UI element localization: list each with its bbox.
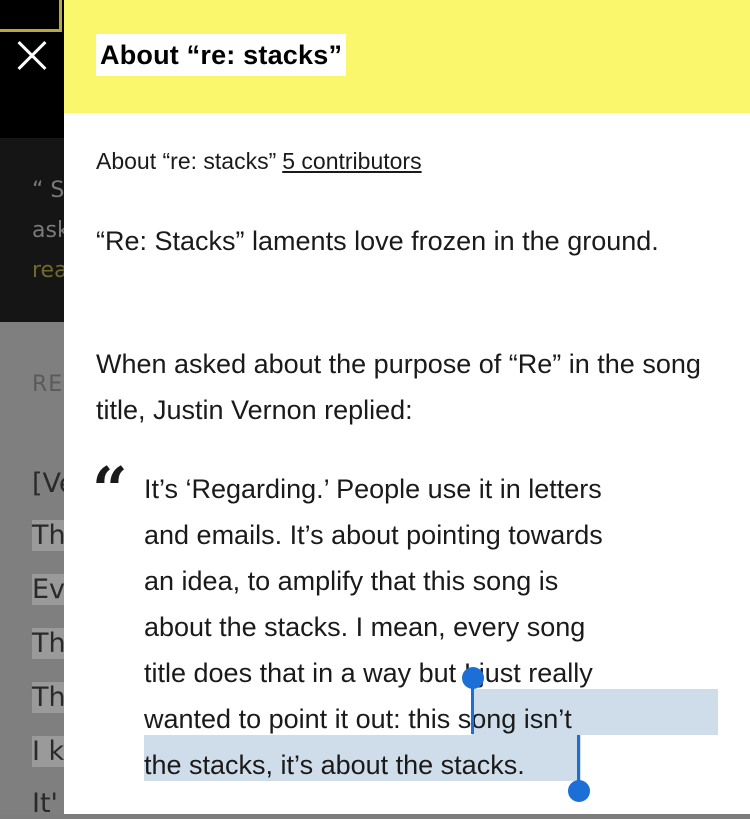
- lyric-line: Th: [32, 628, 66, 659]
- background-section-label: RE: [32, 372, 64, 397]
- quote-line: It’s ‘Regarding.’ People use it in lette…: [144, 474, 602, 504]
- about-label: About “re: stacks”: [96, 148, 277, 174]
- close-icon[interactable]: [12, 36, 52, 76]
- quote-line: an idea, to amplify that this song is: [144, 566, 559, 596]
- selection-end-caret: [577, 735, 580, 785]
- quote-icon: “: [92, 453, 128, 526]
- background-text: “ S: [32, 178, 65, 203]
- selected-text: this song isn’t: [408, 704, 572, 734]
- selection-start-caret: [471, 680, 474, 734]
- description-paragraph: “Re: Stacks” laments love frozen in the …: [96, 226, 659, 256]
- quote-line: wanted to point it out: this song isn’t: [144, 696, 572, 742]
- description-paragraph: When asked about the purpose of “Re” in …: [96, 349, 701, 425]
- selected-text: the stacks, it’s about the stacks: [144, 750, 518, 780]
- lyric-line: It': [32, 788, 58, 819]
- quote-line: the stacks, it’s about the stacks.: [144, 742, 525, 788]
- lyric-line: Th: [32, 520, 66, 551]
- lyric-line: Th: [32, 682, 66, 713]
- quote-line: title does that in a way but I just real…: [144, 658, 593, 688]
- panel-title: About “re: stacks”: [96, 34, 347, 76]
- logo: [0, 0, 62, 32]
- background-link: rea: [32, 258, 68, 283]
- contributors-link[interactable]: 5 contributors: [282, 148, 421, 174]
- about-heading: About “re: stacks” 5 contributors: [96, 148, 422, 175]
- panel-header: About “re: stacks”: [64, 0, 750, 113]
- quote-text: wanted to point it out:: [144, 704, 409, 734]
- about-panel: About “re: stacks” About “re: stacks” 5 c…: [64, 0, 750, 814]
- lyric-line: Ev: [32, 574, 66, 605]
- quote-line: about the stacks. I mean, every song: [144, 612, 586, 642]
- selection-end-handle[interactable]: [568, 780, 590, 802]
- lyric-line: I k: [32, 736, 65, 767]
- quote-text: .: [517, 750, 525, 780]
- quote-line: and emails. It’s about pointing towards: [144, 520, 603, 550]
